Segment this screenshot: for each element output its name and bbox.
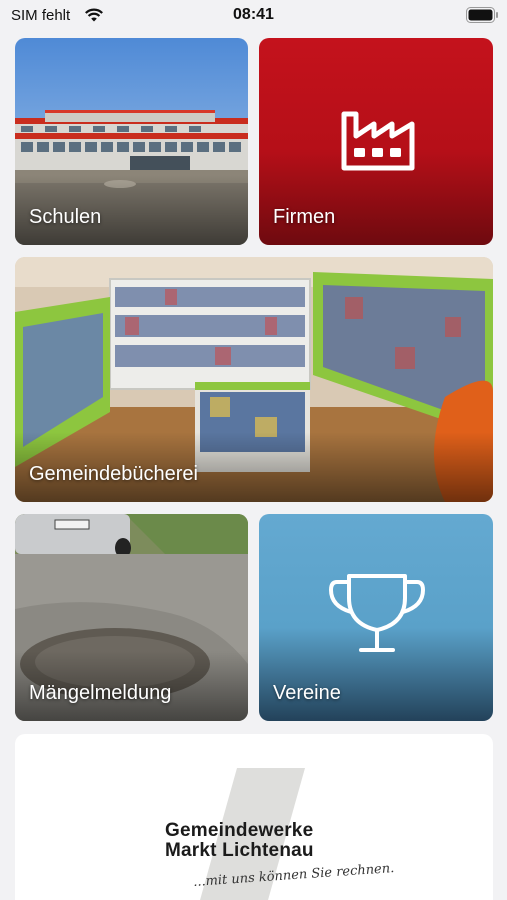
tile-schulen[interactable]: Schulen	[15, 38, 248, 245]
tile-vereine-label: Vereine	[273, 682, 341, 704]
trophy-icon	[328, 574, 426, 652]
tile-vereine[interactable]: Vereine	[259, 514, 493, 721]
tile-firmen-label: Firmen	[273, 206, 336, 228]
tile-maengel-label: Mängelmeldung	[29, 682, 172, 704]
factory-icon	[341, 111, 415, 171]
tile-gemeindewerke[interactable]: Gemeindewerke Markt Lichtenau ...mit uns…	[15, 734, 493, 900]
battery-icon	[466, 7, 498, 23]
clock: 08:41	[233, 6, 274, 23]
tile-schulen-label: Schulen	[29, 206, 102, 228]
logo-line1: Gemeindewerke	[165, 820, 314, 841]
logo-line2: Markt Lichtenau	[165, 840, 314, 861]
tile-maengel[interactable]: Mängelmeldung	[15, 514, 248, 721]
status-bar: SIM fehlt 08:41	[0, 0, 507, 34]
tile-buecherei-label: Gemeindebücherei	[29, 463, 198, 485]
tile-firmen[interactable]: Firmen	[259, 38, 493, 245]
tile-buecherei[interactable]: Gemeindebücherei	[15, 257, 493, 502]
